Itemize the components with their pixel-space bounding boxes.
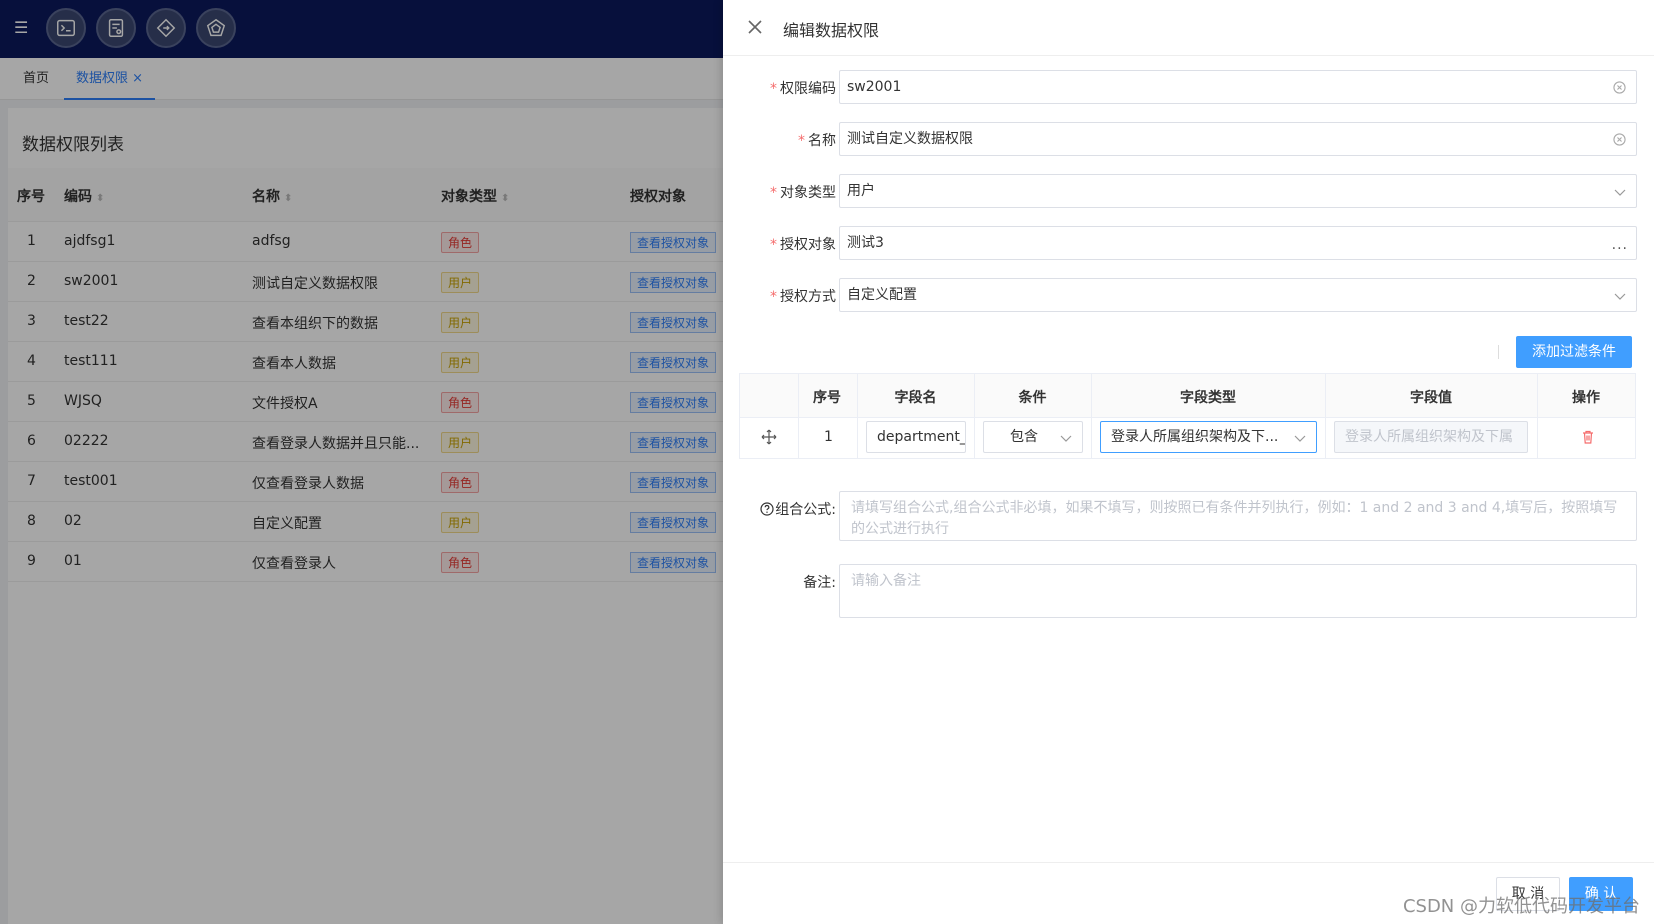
watermark: CSDN @力软低代码开发平台 [1402, 896, 1640, 917]
field-code-row: * 权限编码 sw2001 [723, 70, 1654, 104]
field-auth-object-label: * 授权对象 [770, 234, 836, 254]
chevron-down-icon [1060, 435, 1072, 442]
field-auth-object-label-text: 授权对象 [780, 237, 836, 253]
filter-table-header: 序号 字段名 条件 字段类型 字段值 操作 [740, 374, 1635, 418]
filter-row-index: 1 [824, 429, 833, 445]
auth-object-input[interactable]: 测试3 ··· [839, 226, 1637, 260]
name-value: 测试自定义数据权限 [847, 131, 973, 147]
required-mark: * [770, 237, 777, 253]
formula-label-text: 组合公式: [775, 502, 836, 518]
drawer-title: 编辑数据权限 [783, 21, 880, 40]
filter-conditions-table: 序号 字段名 条件 字段类型 字段值 操作 1 department_ 包含 登… [739, 373, 1636, 459]
required-mark: * [770, 289, 777, 305]
clear-icon[interactable] [1613, 133, 1626, 146]
field-type-value: 登录人所属组织架构及下... [1111, 429, 1279, 445]
ft-col-action: 操作 [1572, 390, 1600, 406]
permission-code-input[interactable]: sw2001 [839, 70, 1637, 104]
required-mark: * [770, 185, 777, 201]
ft-col-index: 序号 [813, 390, 841, 406]
field-type-select[interactable]: 登录人所属组织架构及下... [1100, 421, 1317, 453]
field-code-label: * 权限编码 [770, 78, 836, 98]
condition-value: 包含 [1010, 429, 1038, 445]
permission-code-value: sw2001 [847, 79, 902, 95]
field-name-label: * 名称 [798, 130, 836, 150]
remark-label: 备注: [803, 575, 836, 591]
field-auth-method-label: * 授权方式 [770, 286, 836, 306]
name-input[interactable]: 测试自定义数据权限 [839, 122, 1637, 156]
filter-row: 1 department_ 包含 登录人所属组织架构及下... 登录人所属组织架… [740, 418, 1635, 458]
remark-textarea[interactable]: 请输入备注 [839, 564, 1637, 618]
auth-method-value: 自定义配置 [847, 287, 917, 303]
field-auth-method-label-text: 授权方式 [780, 289, 836, 305]
field-auth-method-row: * 授权方式 自定义配置 [723, 278, 1654, 312]
divider [1498, 345, 1499, 359]
object-type-select[interactable]: 用户 [839, 174, 1637, 208]
drag-handle-icon[interactable] [761, 429, 777, 445]
trash-icon[interactable] [1580, 429, 1596, 445]
chevron-down-icon [1294, 435, 1306, 442]
chevron-down-icon [1614, 293, 1626, 300]
auth-method-select[interactable]: 自定义配置 [839, 278, 1637, 312]
more-dots-icon[interactable]: ··· [1612, 233, 1628, 265]
ft-col-field-name: 字段名 [894, 390, 937, 406]
ft-col-field-type: 字段类型 [1180, 390, 1236, 406]
add-filter-button[interactable]: 添加过滤条件 [1516, 336, 1632, 368]
chevron-down-icon [1614, 189, 1626, 196]
field-object-type-label: * 对象类型 [770, 182, 836, 202]
field-name-input[interactable]: department_ [866, 421, 966, 453]
field-code-label-text: 权限编码 [780, 81, 836, 97]
object-type-value: 用户 [847, 183, 875, 199]
auth-object-value: 测试3 [847, 235, 884, 251]
field-auth-object-row: * 授权对象 测试3 ··· [723, 226, 1654, 260]
field-object-type-label-text: 对象类型 [780, 185, 836, 201]
question-circle-icon[interactable] [760, 502, 774, 516]
close-icon[interactable] [745, 17, 765, 37]
ft-col-field-value: 字段值 [1410, 390, 1452, 406]
field-object-type-row: * 对象类型 用户 [723, 174, 1654, 208]
formula-label: 组合公式: [760, 499, 836, 519]
formula-textarea[interactable]: 请填写组合公式,组合公式非必填，如果不填写，则按照已有条件并列执行，例如：1 a… [839, 491, 1637, 541]
edit-permission-drawer: 编辑数据权限 * 权限编码 sw2001 * 名称 测试自定义数据权限 * 对象类型 … [723, 0, 1654, 924]
field-name-label-text: 名称 [808, 133, 836, 149]
ft-col-condition: 条件 [1018, 390, 1047, 406]
clear-icon[interactable] [1613, 81, 1626, 94]
required-mark: * [770, 81, 777, 97]
field-value-input: 登录人所属组织架构及下属 [1334, 421, 1528, 453]
condition-select[interactable]: 包含 [983, 421, 1083, 453]
field-name-row: * 名称 测试自定义数据权限 [723, 122, 1654, 156]
required-mark: * [798, 133, 805, 149]
drawer-header: 编辑数据权限 [723, 0, 1654, 56]
